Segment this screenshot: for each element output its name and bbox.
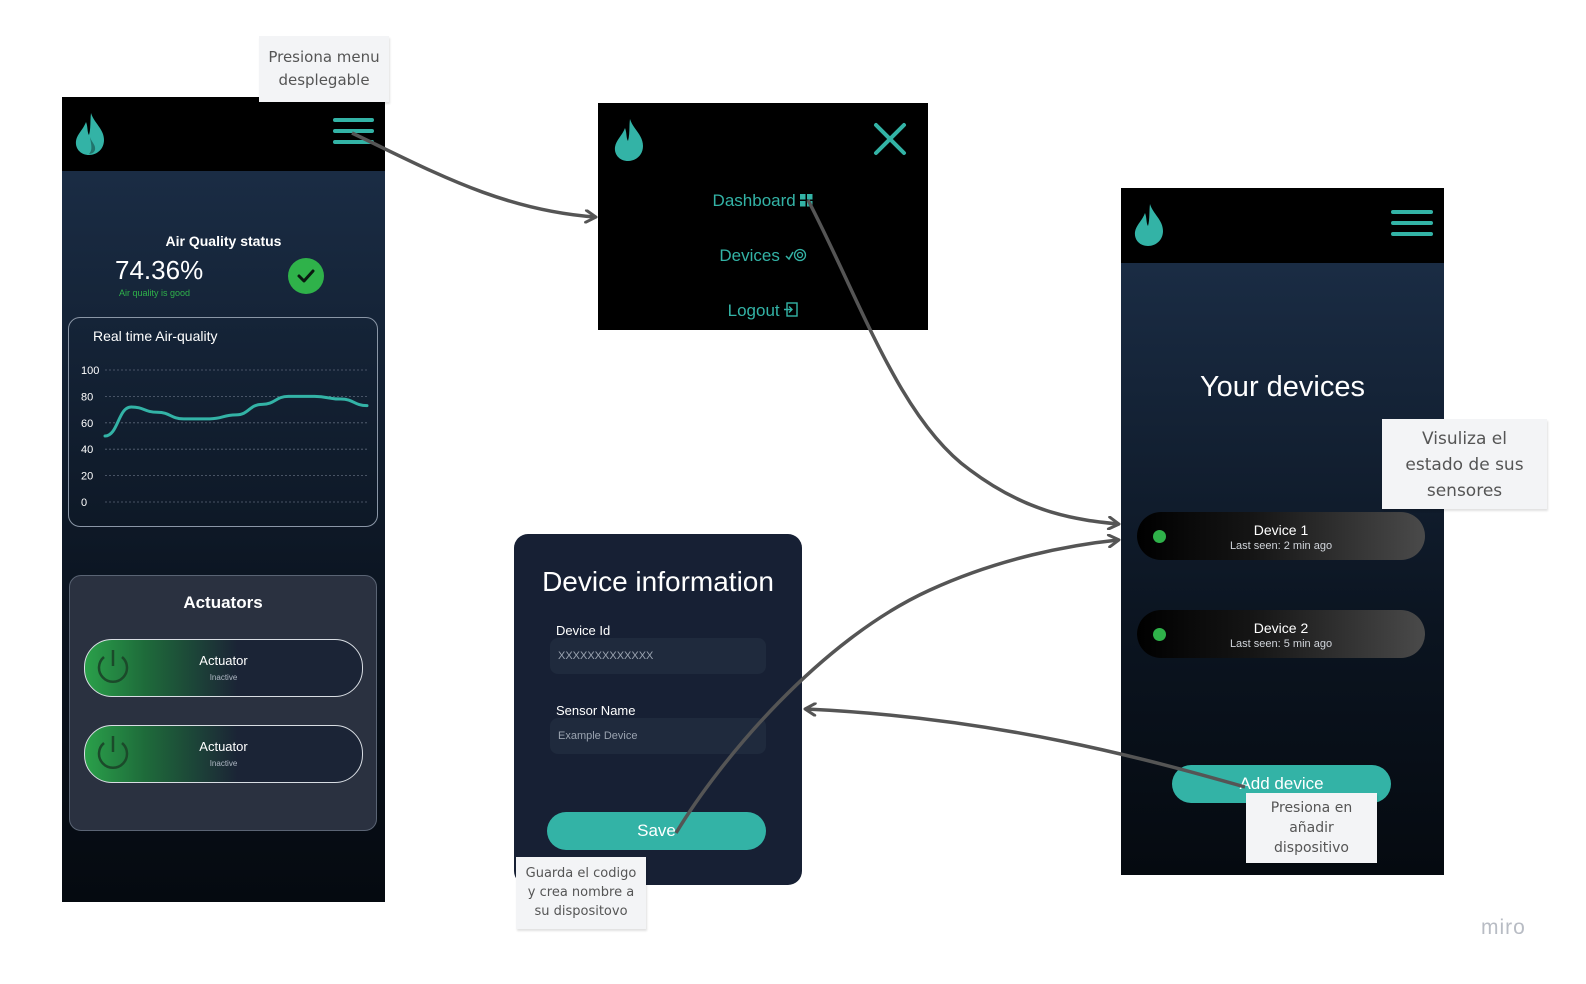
actuators-title: Actuators — [183, 593, 263, 612]
chart-y-tick-label: 0 — [81, 497, 87, 509]
air-quality-value: 74.36% — [115, 255, 204, 285]
flame-logo-icon — [614, 119, 643, 161]
flame-logo-icon — [75, 113, 104, 155]
device-info-screen: Device information Device Id XXXXXXXXXXX… — [514, 534, 802, 885]
page-title: Your devices — [1200, 371, 1365, 403]
menu-item-label: Dashboard — [712, 191, 796, 210]
actuators-card: Actuators Actuator Inactive Actuator Ina… — [69, 575, 377, 831]
flame-logo-icon — [1134, 204, 1163, 246]
chart-y-tick-label: 80 — [81, 391, 93, 403]
device-item-2[interactable]: Device 2 Last seen: 5 min ago — [1137, 610, 1425, 658]
device-id-input[interactable]: XXXXXXXXXXXXX — [550, 638, 766, 674]
miro-watermark: miro — [1481, 916, 1526, 939]
save-button[interactable]: Save — [547, 812, 766, 850]
note-view-status: Visuliza el estado de sus sensores — [1382, 419, 1547, 509]
dashboard-topbar — [62, 97, 385, 171]
devices-topbar — [1121, 188, 1444, 263]
device-info-title: Device information — [542, 566, 774, 597]
arrow-menu-to-dropdown — [351, 131, 595, 217]
actuator-toggle-2[interactable]: Actuator Inactive — [84, 725, 363, 783]
actuator-status: Inactive — [209, 759, 238, 768]
devices-screen: Your devices Device 1 Last seen: 2 min a… — [1121, 188, 1444, 875]
air-quality-title: Air Quality status — [165, 233, 282, 249]
device-item-1[interactable]: Device 1 Last seen: 2 min ago — [1137, 512, 1425, 560]
chart-y-tick-label: 60 — [81, 418, 93, 430]
air-quality-chart: 0 20 40 60 80 100 — [81, 365, 369, 509]
actuator-label: Actuator — [199, 653, 248, 668]
menu-item-label: Logout — [727, 301, 780, 320]
device-last-seen: Last seen: 5 min ago — [1229, 638, 1333, 650]
menu-item-dashboard[interactable]: Dashboard — [598, 191, 928, 211]
menu-item-label: Devices — [719, 246, 780, 265]
devices-body: Your devices Device 1 Last seen: 2 min a… — [1121, 263, 1444, 875]
chart-title: Real time Air-quality — [93, 328, 218, 344]
sensor-name-input[interactable]: Example Device — [550, 718, 766, 754]
menu-item-devices[interactable]: Devices — [598, 246, 928, 266]
logout-icon — [784, 302, 799, 317]
device-name: Device 1 — [1253, 522, 1309, 538]
note-save: Guarda el codigo y crea nombre a su disp… — [516, 857, 646, 929]
device-id-label: Device Id — [556, 623, 611, 638]
air-quality-sub: Air quality is good — [119, 288, 191, 298]
device-last-seen: Last seen: 2 min ago — [1229, 540, 1333, 552]
note-add-device: Presiona en añadir dispositivo — [1246, 793, 1377, 863]
chart-y-tick-label: 100 — [81, 365, 99, 377]
actuator-toggle-1[interactable]: Actuator Inactive — [84, 639, 363, 697]
dashboard-body: Air Quality status 74.36% Air quality is… — [62, 171, 385, 902]
chart-y-tick-label: 20 — [81, 471, 93, 483]
sensor-icon — [785, 248, 806, 262]
dashboard-screen: Air Quality status 74.36% Air quality is… — [62, 97, 385, 902]
close-icon[interactable] — [872, 121, 908, 157]
actuator-status: Inactive — [209, 673, 238, 682]
hamburger-menu-icon[interactable] — [333, 118, 374, 144]
status-ok-icon — [288, 258, 324, 294]
chart-card: Real time Air-quality 0 20 40 60 80 100 — [68, 317, 378, 527]
note-open-menu: Presiona menu desplegable — [259, 36, 389, 102]
chart-y-tick-label: 40 — [81, 444, 93, 456]
grid-icon — [800, 194, 813, 207]
device-name: Device 2 — [1253, 620, 1309, 636]
hamburger-menu-icon[interactable] — [1391, 210, 1433, 236]
actuator-label: Actuator — [199, 739, 248, 754]
menu-screen: Dashboard Devices Logout — [598, 103, 928, 330]
chart-series-line — [103, 394, 369, 438]
sensor-name-label: Sensor Name — [556, 703, 636, 718]
menu-item-logout[interactable]: Logout — [598, 301, 928, 321]
